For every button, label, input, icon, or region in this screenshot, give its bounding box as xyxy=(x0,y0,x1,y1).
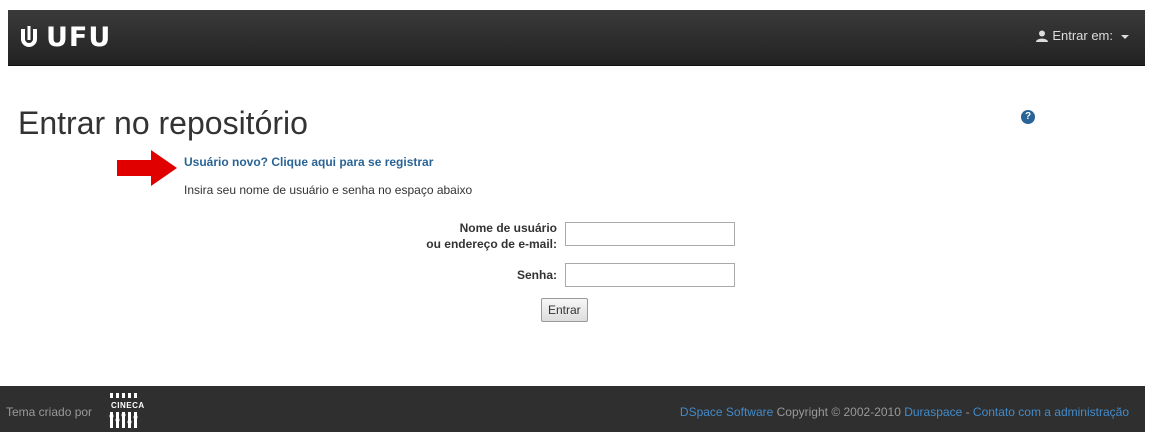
theme-credit: Tema criado por xyxy=(6,405,93,419)
duraspace-link[interactable]: Duraspace xyxy=(904,405,962,419)
login-instructions: Insira seu nome de usuário e senha no es… xyxy=(184,183,473,197)
password-label: Senha: xyxy=(516,268,557,282)
top-navbar: UFU Entrar em: xyxy=(8,10,1145,66)
cineca-logo[interactable] xyxy=(106,390,154,430)
contact-admin-link[interactable]: Contato com a administração xyxy=(973,405,1129,419)
page-title: Entrar no repositório xyxy=(18,105,308,141)
brand-text: UFU xyxy=(46,21,112,53)
page: UFU Entrar em: Entrar no repositório ? U… xyxy=(0,0,1157,432)
dspace-software-link[interactable]: DSpace Software xyxy=(680,405,773,419)
register-link[interactable]: Usuário novo? Clique aqui para se regist… xyxy=(184,155,433,169)
footer-copyright: DSpace Software Copyright © 2002-2010 Du… xyxy=(680,405,1129,419)
login-menu-toggle[interactable]: Entrar em: xyxy=(1036,28,1129,43)
caret-down-icon xyxy=(1121,34,1129,39)
login-menu-label: Entrar em: xyxy=(1052,28,1113,43)
footer: Tema criado por CINECA DSpace Software C… xyxy=(0,386,1145,432)
user-icon xyxy=(1036,30,1049,42)
password-input[interactable] xyxy=(565,263,735,287)
username-label-line2: ou endereço de e-mail: xyxy=(426,237,557,251)
username-input[interactable] xyxy=(565,222,735,246)
login-submit-button[interactable]: Entrar xyxy=(541,298,588,322)
red-arrow-icon xyxy=(117,150,177,186)
username-label-line1: Nome de usuário xyxy=(459,221,557,235)
copyright-text: Copyright © 2002-2010 xyxy=(773,405,905,419)
footer-separator: - xyxy=(962,405,973,419)
username-label: Nome de usuário ou endereço de e-mail: xyxy=(426,220,557,252)
cineca-logo-text: CINECA xyxy=(111,401,145,410)
help-icon[interactable]: ? xyxy=(1021,110,1035,124)
brand[interactable]: UFU xyxy=(18,21,112,53)
ufu-logo-icon xyxy=(21,26,37,47)
